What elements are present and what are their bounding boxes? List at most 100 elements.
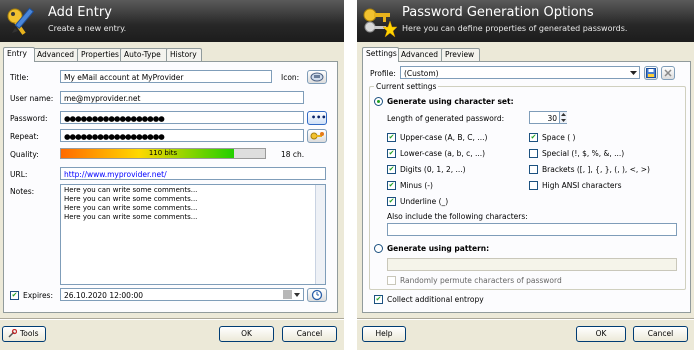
lower-case-checkbox[interactable]: ✔: [387, 149, 396, 158]
charset-radio[interactable]: [374, 97, 383, 106]
spin-arrows-icon: [561, 113, 566, 122]
generate-password-button[interactable]: [307, 129, 327, 143]
ok-button[interactable]: OK: [576, 326, 626, 342]
pattern-field[interactable]: [387, 258, 677, 271]
upper-case-label: Upper-case (A, B, C, ...): [400, 133, 488, 142]
keys-star-icon: [363, 8, 397, 38]
delete-icon: [664, 69, 672, 77]
dots-icon: •••: [311, 113, 327, 122]
username-field[interactable]: me@myprovider.net: [60, 91, 304, 104]
dialog-subtitle: Create a new entry.: [48, 24, 127, 33]
footer-divider: [357, 318, 694, 320]
dialog-subtitle: Here you can define properties of genera…: [402, 24, 628, 33]
digits-checkbox[interactable]: ✔: [387, 165, 396, 174]
length-label: Length of generated password:: [387, 114, 505, 123]
tab-advanced[interactable]: Advanced: [33, 48, 79, 61]
space-label: Space ( ): [542, 133, 576, 142]
repeat-label: Repeat:: [10, 132, 39, 141]
key-gear-icon: [310, 132, 324, 140]
quality-chars: 18 ch.: [281, 150, 305, 159]
entropy-label: Collect additional entropy: [387, 295, 484, 304]
profile-select[interactable]: (Custom): [400, 66, 640, 79]
password-label: Password:: [10, 114, 48, 123]
expires-label: Expires:: [23, 291, 53, 300]
expires-checkbox[interactable]: ✔: [10, 291, 19, 300]
quality-bar: 110 bits: [60, 148, 266, 159]
notes-line: Here you can write some comments...: [64, 186, 198, 194]
entry-panel: Title: My eMail account at MyProvider Ic…: [3, 61, 338, 313]
tools-button[interactable]: Tools: [2, 326, 46, 342]
tab-preview[interactable]: Preview: [441, 48, 480, 61]
calendar-dropdown[interactable]: [283, 290, 301, 299]
entropy-checkbox[interactable]: ✔: [374, 295, 383, 304]
quality-bits: 110 bits: [148, 149, 178, 157]
dialog-title: Add Entry: [48, 5, 112, 20]
pattern-radio-label: Generate using pattern:: [387, 244, 490, 253]
expiry-presets-button[interactable]: [307, 288, 327, 302]
special-label: Special (!, $, %, &, ...): [542, 149, 625, 158]
cancel-button[interactable]: Cancel: [282, 326, 337, 342]
upper-case-checkbox[interactable]: ✔: [387, 133, 396, 142]
tab-properties[interactable]: Properties: [77, 48, 122, 61]
brackets-label: Brackets ([, ], {, }, (, ), <, >): [542, 165, 650, 174]
expires-field[interactable]: 26.10.2020 12:00:00: [60, 288, 304, 301]
chevron-down-icon: [630, 71, 637, 75]
brackets-checkbox[interactable]: [529, 165, 538, 174]
title-field[interactable]: My eMail account at MyProvider: [60, 70, 272, 83]
url-label: URL:: [10, 170, 28, 179]
password-field[interactable]: ●●●●●●●●●●●●●●●●●●: [60, 111, 304, 124]
pattern-radio[interactable]: [374, 244, 383, 253]
permute-label: Randomly permute characters of password: [400, 276, 562, 285]
password-generation-dialog: Password Generation Options Here you can…: [357, 0, 694, 350]
also-include-label: Also include the following characters:: [387, 212, 528, 221]
dialog-title: Password Generation Options: [402, 5, 594, 20]
tools-label: Tools: [20, 329, 39, 338]
notes-scrollbar[interactable]: [315, 185, 325, 284]
also-include-field[interactable]: [387, 223, 677, 236]
tab-auto-type[interactable]: Auto-Type: [120, 48, 168, 61]
notes-label: Notes:: [10, 187, 35, 196]
special-checkbox[interactable]: [529, 149, 538, 158]
monitor-key-icon: [310, 72, 324, 82]
underline-checkbox[interactable]: ✔: [387, 197, 396, 206]
charset-radio-label: Generate using character set:: [387, 97, 514, 106]
notes-line: Here you can write some comments...: [64, 204, 198, 212]
minus-label: Minus (-): [400, 181, 433, 190]
tab-history[interactable]: History: [166, 48, 202, 61]
notes-field[interactable]: Here you can write some comments... Here…: [60, 184, 326, 285]
digits-label: Digits (0, 1, 2, ...): [400, 165, 466, 174]
high-ansi-label: High ANSI characters: [542, 181, 622, 190]
add-entry-dialog: Add Entry Create a new entry. Entry Adva…: [0, 0, 344, 350]
chevron-down-icon: [283, 290, 300, 299]
notes-line: Here you can write some comments...: [64, 195, 198, 203]
repeat-field[interactable]: ●●●●●●●●●●●●●●●●●●: [60, 129, 304, 142]
tab-settings[interactable]: Settings: [362, 47, 399, 62]
current-settings-label: Current settings: [374, 82, 439, 91]
cancel-button[interactable]: Cancel: [633, 326, 688, 342]
profile-label: Profile:: [370, 69, 396, 78]
ok-button[interactable]: OK: [219, 326, 274, 342]
tab-advanced[interactable]: Advanced: [397, 48, 443, 61]
toggle-password-button[interactable]: •••: [307, 111, 327, 125]
space-checkbox[interactable]: ✔: [529, 133, 538, 142]
high-ansi-checkbox[interactable]: [529, 181, 538, 190]
quality-label: Quality:: [10, 150, 39, 159]
footer-divider: [0, 318, 344, 320]
tab-entry[interactable]: Entry: [3, 47, 35, 62]
dialog-banner: Password Generation Options Here you can…: [357, 0, 694, 42]
dialog-banner: Add Entry Create a new entry.: [0, 0, 344, 42]
permute-checkbox[interactable]: [387, 276, 396, 285]
icon-picker-button[interactable]: [307, 70, 327, 84]
help-button[interactable]: Help: [362, 326, 406, 342]
title-label: Title:: [10, 73, 29, 82]
url-field[interactable]: http://www.myprovider.net/: [60, 167, 326, 180]
key-pen-icon: [7, 7, 35, 35]
minus-checkbox[interactable]: ✔: [387, 181, 396, 190]
delete-profile-button[interactable]: [661, 66, 675, 80]
notes-line: Here you can write some comments...: [64, 213, 198, 221]
clock-icon: [311, 289, 323, 301]
profile-dropdown[interactable]: [629, 68, 638, 77]
settings-panel: Profile: (Custom) Current settings Gener…: [362, 61, 691, 313]
length-spinner-arrows[interactable]: [559, 112, 567, 123]
save-profile-button[interactable]: [644, 66, 658, 80]
